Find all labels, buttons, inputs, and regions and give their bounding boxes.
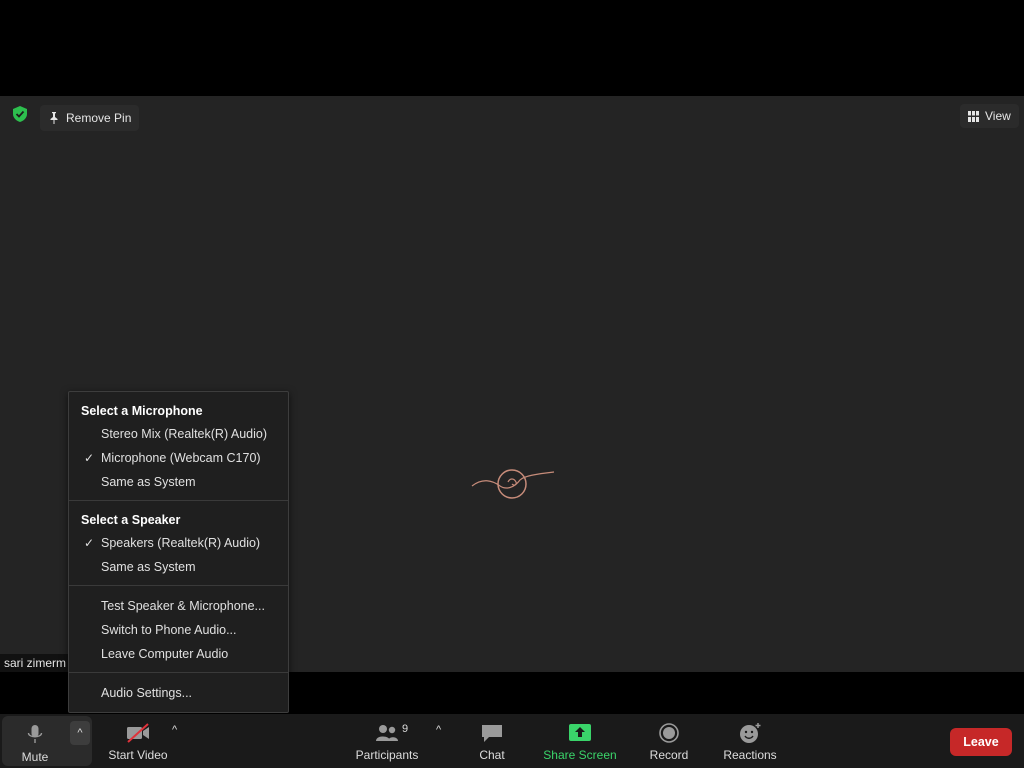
remove-pin-label: Remove Pin [66,111,132,125]
chat-label: Chat [479,748,505,762]
menu-item-speaker-realtek[interactable]: ✓ Speakers (Realtek(R) Audio) [69,531,288,555]
menu-item-leave-computer-audio[interactable]: Leave Computer Audio [69,642,288,666]
loading-logo-icon [471,469,555,499]
record-label: Record [649,748,689,762]
menu-item-label: Same as System [101,475,196,489]
meeting-toolbar: Mute ^ Start Video ^ Participants 9 ^ Ch… [0,714,1024,768]
start-video-button[interactable]: Start Video [104,714,172,768]
share-screen-button[interactable]: Share Screen [540,714,620,768]
share-screen-icon [569,724,591,741]
menu-item-label: Leave Computer Audio [101,647,229,661]
menu-item-label: Microphone (Webcam C170) [101,451,261,465]
mute-button-group: Mute ^ [2,716,92,766]
menu-item-label: Audio Settings... [101,686,193,700]
menu-item-switch-to-phone-audio[interactable]: Switch to Phone Audio... [69,618,288,642]
chat-button[interactable]: Chat [470,714,514,768]
audio-options-menu: Select a Microphone Stereo Mix (Realtek(… [68,391,289,713]
menu-item-microphone-same-as-system[interactable]: Same as System [69,470,288,494]
microphone-section: Select a Microphone Stereo Mix (Realtek(… [69,392,288,501]
menu-item-label: Stereo Mix (Realtek(R) Audio) [101,427,268,441]
menu-item-test-speaker-microphone[interactable]: Test Speaker & Microphone... [69,594,288,618]
checkmark-icon: ✓ [84,451,95,465]
leave-button[interactable]: Leave [950,728,1012,756]
menu-item-audio-settings[interactable]: Audio Settings... [69,681,288,705]
record-button[interactable]: Record [644,714,694,768]
audio-options-caret-button[interactable]: ^ [70,721,90,745]
security-shield-icon[interactable] [13,106,27,122]
reactions-label: Reactions [723,748,777,762]
mute-button[interactable]: Mute [2,716,68,768]
grid-view-icon [968,110,979,122]
reactions-icon [740,723,761,743]
participants-button[interactable]: Participants [352,714,422,768]
remove-pin-button[interactable]: Remove Pin [40,105,140,131]
microphone-heading: Select a Microphone [81,404,203,418]
mute-label: Mute [21,750,49,764]
menu-item-microphone-webcam[interactable]: ✓ Microphone (Webcam C170) [69,446,288,470]
participant-name-tag: sari zimerm [0,654,70,672]
menu-item-label: Same as System [101,560,196,574]
start-video-label: Start Video [108,748,168,762]
audio-settings-section: Audio Settings... [69,673,288,711]
video-off-icon [127,723,149,743]
video-options-chevron-icon[interactable]: ^ [172,724,177,736]
chevron-up-icon: ^ [77,727,83,739]
participants-options-chevron-icon[interactable]: ^ [436,724,441,736]
speaker-section: Select a Speaker ✓ Speakers (Realtek(R) … [69,501,288,586]
chat-icon [482,725,502,742]
menu-item-label: Speakers (Realtek(R) Audio) [101,536,261,550]
share-screen-label: Share Screen [543,748,617,762]
reactions-button[interactable]: Reactions [720,714,780,768]
menu-item-microphone-stereo-mix[interactable]: Stereo Mix (Realtek(R) Audio) [69,422,288,446]
menu-item-label: Switch to Phone Audio... [101,623,237,637]
participants-count: 9 [402,723,409,735]
view-label: View [985,109,1011,123]
pin-icon [50,112,58,124]
view-button[interactable]: View [960,104,1019,128]
speaker-heading: Select a Speaker [81,513,181,527]
menu-item-label: Test Speaker & Microphone... [101,599,265,613]
menu-item-speaker-same-as-system[interactable]: Same as System [69,555,288,579]
audio-actions-section: Test Speaker & Microphone... Switch to P… [69,586,288,673]
participants-label: Participants [355,748,419,762]
participants-icon [376,725,398,741]
record-icon [659,723,679,743]
microphone-icon [27,725,43,743]
checkmark-icon: ✓ [84,536,95,550]
